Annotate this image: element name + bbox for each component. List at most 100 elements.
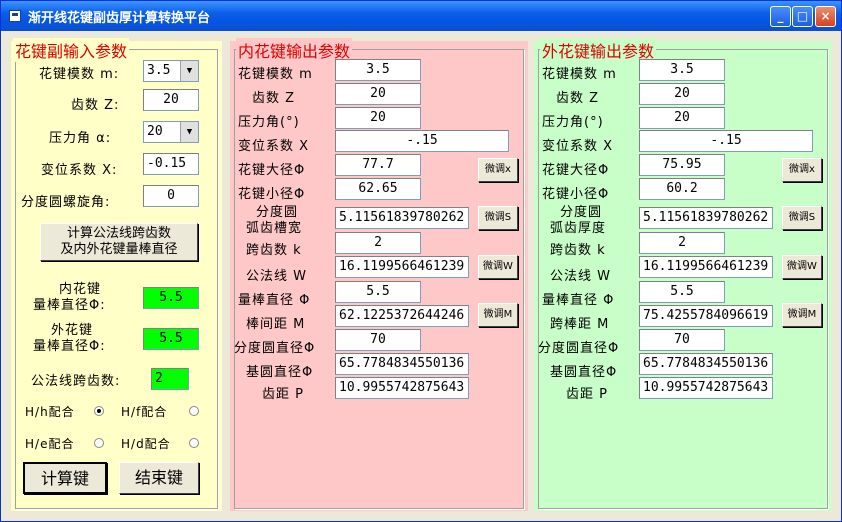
inner-module-label: 花键模数 m	[238, 67, 313, 82]
app-window: 渐开线花键副齿厚计算转换平台 _ □ × 花键副输入参数 花键模数 m: 3.5…	[0, 0, 842, 522]
outer-adjust-m-button[interactable]: 微调M	[782, 303, 822, 327]
outer-pitch-value: 70	[639, 329, 725, 351]
outer-base-value: 65.7784834550136	[639, 353, 773, 375]
calc-button-line1: 计算公法线跨齿数	[66, 226, 171, 241]
chevron-down-icon[interactable]: ▼	[180, 61, 198, 81]
fit-hd-label: H/d配合	[121, 437, 171, 451]
fit-hh-label: H/h配合	[25, 405, 75, 419]
outer-major-label: 花键大径Φ	[542, 163, 610, 178]
inner-rod-label-2: 量棒直径Φ:	[33, 298, 106, 313]
pressure-combo-value: 20	[147, 124, 163, 139]
fit-he-label: H/e配合	[25, 437, 75, 451]
pressure-combo[interactable]: 20 ▼	[143, 121, 199, 143]
inner-pb-label: 齿距 P	[262, 387, 304, 402]
calc-button-line2: 及内外花键量棒直径	[60, 242, 178, 257]
inner-shift-label: 变位系数 X	[238, 139, 310, 154]
helix-label: 分度圆螺旋角:	[21, 195, 111, 210]
outer-span-label: 跨齿数 k	[550, 243, 606, 258]
fit-hf-label: H/f配合	[121, 405, 168, 419]
inner-teeth-value: 20	[335, 83, 421, 105]
input-legend: 花键副输入参数	[13, 38, 130, 62]
inner-rod-label: 量棒直径 Φ	[238, 293, 311, 308]
outer-adjust-x-button[interactable]: 微调x	[782, 158, 822, 182]
outer-wn-label: 公法线 W	[550, 269, 611, 284]
module-combo-value: 3.5	[147, 63, 171, 78]
chevron-down-icon[interactable]: ▼	[180, 122, 198, 142]
input-panel: 花键副输入参数 花键模数 m: 3.5 ▼ 齿数 Z: 20 压力角 α: 20…	[11, 38, 222, 511]
outer-pressure-label: 压力角(°)	[542, 115, 604, 130]
inner-rod-value-out: 5.5	[335, 281, 421, 303]
minimize-button[interactable]: _	[770, 6, 791, 27]
outer-arc-label-2: 弧齿厚度	[550, 221, 607, 236]
span-label: 公法线跨齿数:	[31, 374, 121, 389]
inner-wn-label: 公法线 W	[246, 269, 307, 284]
inner-pressure-value: 20	[335, 107, 421, 129]
inner-rod-value: 5.5	[143, 287, 199, 309]
inner-span-label: 跨齿数 k	[246, 243, 302, 258]
inner-span-value: 2	[335, 232, 421, 254]
outer-shift-value: -.15	[639, 130, 813, 152]
outer-m-label: 跨棒距 M	[550, 317, 610, 332]
shift-input[interactable]: -0.15	[143, 153, 199, 175]
outer-arc-value: 5.11561839780262	[639, 207, 773, 229]
close-button[interactable]: ×	[815, 6, 836, 27]
outer-pb-value: 10.9955742875643	[639, 377, 773, 399]
inner-pb-value: 10.9955742875643	[335, 377, 469, 399]
inner-teeth-label: 齿数 Z	[252, 91, 296, 106]
outer-pressure-value: 20	[639, 107, 725, 129]
inner-base-value: 65.7784834550136	[335, 353, 469, 375]
outer-wn-value: 16.1199566461239	[639, 256, 773, 278]
app-icon	[9, 10, 21, 22]
inner-m-value: 62.1225372644246	[335, 305, 469, 327]
inner-adjust-s-button[interactable]: 微调S	[478, 206, 518, 230]
teeth-input[interactable]: 20	[143, 89, 199, 111]
helix-input[interactable]: 0	[143, 185, 199, 207]
outer-pitch-label: 分度圆直径Φ	[538, 341, 620, 356]
inner-wn-value: 16.1199566461239	[335, 256, 469, 278]
outer-rod-label-2: 量棒直径Φ:	[33, 339, 106, 354]
fit-he-radio[interactable]	[94, 438, 104, 448]
outer-teeth-label: 齿数 Z	[556, 91, 600, 106]
inner-arc-value: 5.11561839780262	[335, 207, 469, 229]
outer-span-value: 2	[639, 232, 725, 254]
outer-rod-label: 量棒直径 Φ	[542, 293, 615, 308]
outer-major-value: 75.95	[639, 154, 725, 176]
end-button[interactable]: 结束键	[119, 462, 199, 494]
outer-teeth-value: 20	[639, 83, 725, 105]
inner-base-label: 基圆直径Φ	[246, 365, 314, 380]
outer-module-label: 花键模数 m	[542, 67, 617, 82]
pressure-label: 压力角 α:	[49, 131, 112, 146]
fit-hh-radio[interactable]	[94, 406, 104, 416]
outer-shift-label: 变位系数 X	[542, 139, 614, 154]
outer-adjust-s-button[interactable]: 微调S	[782, 206, 822, 230]
inner-module-value: 3.5	[335, 59, 421, 81]
title-bar[interactable]: 渐开线花键副齿厚计算转换平台 _ □ ×	[1, 1, 841, 31]
module-combo[interactable]: 3.5 ▼	[143, 60, 199, 82]
shift-label: 变位系数 X:	[41, 163, 118, 178]
fit-hf-radio[interactable]	[189, 406, 199, 416]
fit-hd-radio[interactable]	[189, 438, 199, 448]
inner-minor-label: 花键小径Φ	[238, 187, 306, 202]
maximize-button[interactable]: □	[792, 6, 813, 27]
outer-base-label: 基圆直径Φ	[550, 365, 618, 380]
span-value: 2	[151, 368, 189, 390]
inner-minor-value: 62.65	[335, 178, 421, 200]
outer-minor-value: 60.2	[639, 178, 725, 200]
compute-button[interactable]: 计算键	[23, 462, 107, 494]
inner-output-panel: 内花键输出参数 花键模数 m 3.5 齿数 Z 20 压力角(°) 20 变位系…	[230, 38, 528, 511]
inner-adjust-m-button[interactable]: 微调M	[478, 303, 518, 327]
calc-span-rod-button[interactable]: 计算公法线跨齿数 及内外花键量棒直径	[40, 223, 198, 261]
outer-output-panel: 外花键输出参数 花键模数 m 3.5 齿数 Z 20 压力角(°) 20 变位系…	[534, 38, 832, 511]
outer-minor-label: 花键小径Φ	[542, 187, 610, 202]
outer-adjust-w-button[interactable]: 微调W	[782, 255, 822, 279]
inner-adjust-x-button[interactable]: 微调x	[478, 158, 518, 182]
inner-shift-value: -.15	[335, 130, 509, 152]
inner-arc-label-2: 弧齿槽宽	[246, 221, 303, 236]
window-title: 渐开线花键副齿厚计算转换平台	[28, 11, 211, 26]
inner-major-label: 花键大径Φ	[238, 163, 306, 178]
module-label: 花键模数 m:	[39, 67, 120, 82]
outer-m-value: 75.4255784096619	[639, 305, 773, 327]
inner-pitch-value: 70	[335, 329, 421, 351]
inner-adjust-w-button[interactable]: 微调W	[478, 255, 518, 279]
inner-pitch-label: 分度圆直径Φ	[234, 341, 316, 356]
